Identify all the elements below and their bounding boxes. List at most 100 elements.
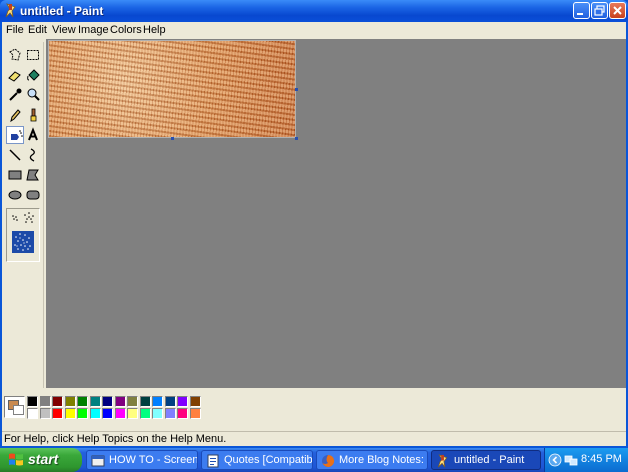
palette-swatch[interactable] (89, 408, 101, 419)
airbrush-large-selected[interactable] (12, 231, 34, 253)
firefox-icon (322, 454, 335, 467)
windows-logo-icon (9, 453, 23, 466)
canvas-resize-handle-right[interactable] (295, 88, 298, 91)
palette-swatch[interactable] (127, 396, 138, 407)
palette-swatch[interactable] (52, 408, 63, 419)
canvas-resize-handle-corner[interactable] (295, 137, 298, 140)
task-label: untitled - Paint (454, 454, 525, 466)
clock: 8:45 PM (581, 453, 622, 465)
menu-bar: File Edit View Image Colors Help (2, 22, 626, 39)
status-text: For Help, click Help Topics on the Help … (4, 433, 227, 445)
palette-swatch[interactable] (27, 396, 38, 407)
paint-app-icon (5, 3, 16, 18)
paint-app-icon (437, 454, 448, 468)
tool-pick-color[interactable] (6, 86, 24, 104)
tool-airbrush[interactable] (6, 126, 24, 144)
menu-edit[interactable]: Edit (28, 24, 47, 36)
menu-help[interactable]: Help (143, 24, 166, 36)
palette-swatch[interactable] (189, 396, 201, 407)
palette-swatch[interactable] (64, 396, 76, 407)
palette-swatch[interactable] (152, 396, 163, 407)
palette-swatch[interactable] (39, 396, 51, 407)
palette-swatch[interactable] (177, 408, 188, 419)
palette-swatch[interactable] (77, 408, 88, 419)
tool-polygon[interactable] (24, 166, 42, 184)
airbrush-medium-icon[interactable] (22, 211, 36, 225)
tool-rounded-rectangle[interactable] (24, 186, 42, 204)
background-color (13, 405, 24, 415)
palette-swatch[interactable] (27, 408, 38, 419)
minimize-button[interactable] (573, 2, 590, 19)
title-bar[interactable]: untitled - Paint (0, 0, 628, 22)
palette-swatch[interactable] (102, 396, 113, 407)
palette-swatch[interactable] (114, 396, 126, 407)
task-quotes[interactable]: Quotes [Compatibil... (201, 450, 313, 470)
palette-swatch[interactable] (77, 396, 88, 407)
tool-fill[interactable] (24, 66, 42, 84)
task-blog-notes[interactable]: More Blog Notes: ... (316, 450, 428, 470)
tool-brush[interactable] (24, 106, 42, 124)
palette-swatch[interactable] (102, 408, 113, 419)
menu-view[interactable]: View (52, 24, 76, 36)
line-icon (9, 149, 21, 161)
menu-colors[interactable]: Colors (110, 24, 142, 36)
folder-window-icon (91, 455, 105, 467)
task-label: More Blog Notes: ... (339, 454, 428, 466)
tool-line[interactable] (6, 146, 24, 164)
document-window-icon (207, 454, 219, 468)
free-select-icon (9, 48, 21, 61)
menu-file[interactable]: File (6, 24, 24, 36)
polygon-icon (26, 169, 39, 181)
current-colors (4, 396, 25, 418)
palette-swatch[interactable] (52, 396, 63, 407)
fill-bucket-icon (27, 69, 40, 81)
text-icon (28, 127, 38, 141)
status-bar: For Help, click Help Topics on the Help … (2, 431, 626, 446)
tool-magnifier[interactable] (24, 86, 42, 104)
palette-swatch[interactable] (177, 396, 188, 407)
airbrush-icon (11, 130, 23, 140)
palette-swatch[interactable] (39, 408, 51, 419)
restore-button[interactable] (591, 2, 608, 19)
tool-free-form-select[interactable] (6, 46, 24, 64)
close-button[interactable] (609, 2, 626, 19)
tool-curve[interactable] (24, 146, 42, 164)
palette-swatch[interactable] (64, 408, 76, 419)
palette-swatch[interactable] (114, 408, 126, 419)
eraser-icon (8, 71, 21, 82)
canvas-resize-handle-bottom[interactable] (171, 137, 174, 140)
palette-swatch[interactable] (127, 408, 138, 419)
minimize-icon (577, 13, 583, 15)
palette-swatch[interactable] (164, 396, 176, 407)
tool-pencil[interactable] (6, 106, 24, 124)
rect-select-icon (27, 50, 39, 60)
tool-ellipse[interactable] (6, 186, 24, 204)
palette-swatch[interactable] (139, 396, 151, 407)
airbrush-large-icon (14, 233, 31, 251)
start-label: start (28, 451, 59, 467)
start-button[interactable]: start (0, 448, 82, 472)
task-paint[interactable]: untitled - Paint (431, 450, 541, 470)
window-title: untitled - Paint (20, 4, 104, 18)
palette-swatch[interactable] (89, 396, 101, 407)
drawing-canvas[interactable] (48, 40, 296, 138)
brush-icon (30, 108, 37, 122)
restore-icon (594, 5, 605, 16)
tool-eraser[interactable] (6, 66, 24, 84)
tool-rectangle[interactable] (6, 166, 24, 184)
curve-icon (29, 148, 35, 162)
network-icon[interactable] (564, 453, 578, 467)
tool-select[interactable] (24, 46, 42, 64)
palette-swatch[interactable] (152, 408, 163, 419)
airbrush-small-icon[interactable] (10, 213, 20, 223)
ellipse-icon (8, 190, 22, 200)
rounded-rect-icon (26, 190, 40, 200)
palette-swatch[interactable] (139, 408, 151, 419)
back-arrow-icon[interactable] (548, 453, 562, 467)
palette-swatch[interactable] (189, 408, 201, 419)
magnifier-icon (27, 88, 40, 101)
tool-text[interactable] (24, 126, 42, 144)
menu-image[interactable]: Image (78, 24, 109, 36)
task-how-to[interactable]: HOW TO - Screen ... (86, 450, 198, 470)
palette-swatch[interactable] (164, 408, 176, 419)
